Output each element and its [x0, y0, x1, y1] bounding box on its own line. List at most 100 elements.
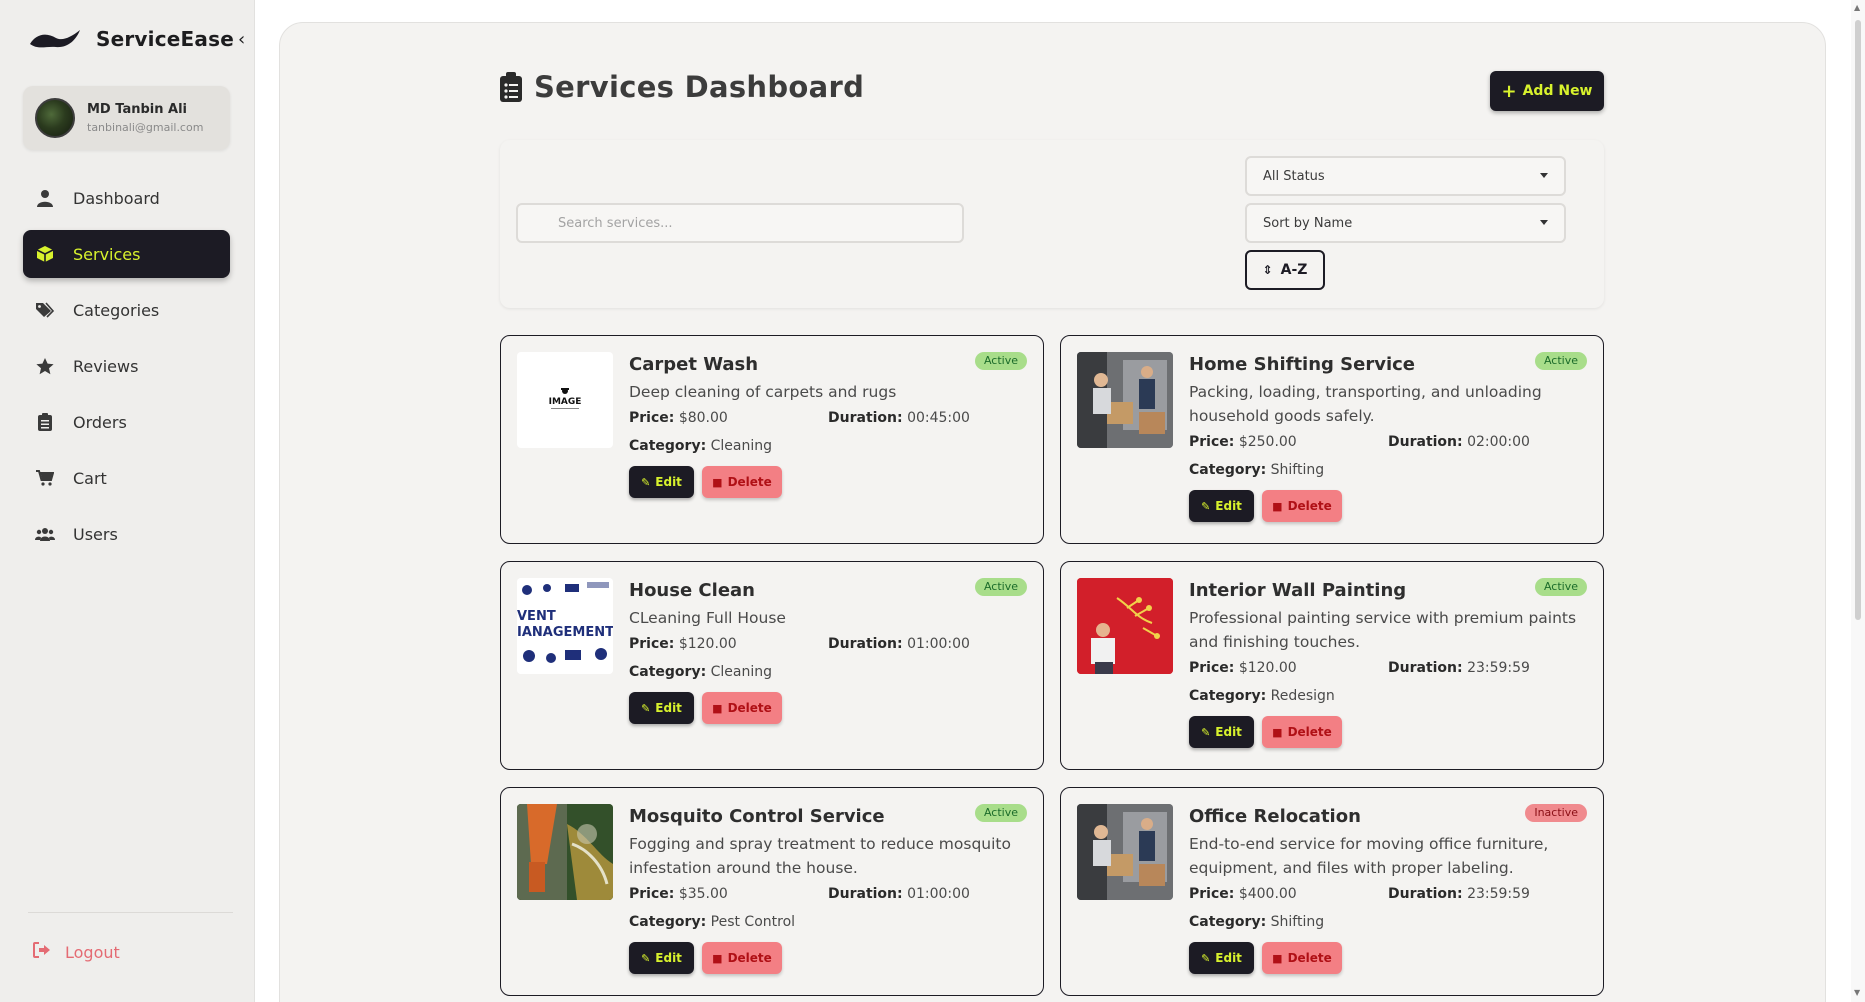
user-profile-card[interactable]: MD Tanbin Ali tanbinali@gmail.com [23, 86, 230, 150]
trash-icon: ■ [712, 475, 723, 489]
service-image [1077, 804, 1173, 900]
profile-text: MD Tanbin Ali tanbinali@gmail.com [87, 102, 203, 134]
delete-button[interactable]: ■ Delete [702, 466, 782, 498]
tags-icon [35, 300, 55, 320]
plus-icon: + [1501, 80, 1517, 102]
price-label: Price: [1189, 660, 1235, 676]
service-price: $80.00 [678, 410, 728, 426]
sidebar-item-orders[interactable]: Orders [23, 398, 230, 446]
status-filter-select[interactable]: All Status [1245, 156, 1566, 196]
service-image: VENT IANAGEMENT [517, 578, 613, 674]
sidebar-item-label: Categories [73, 300, 160, 320]
clipboard-icon [35, 412, 55, 432]
sidebar-item-reviews[interactable]: Reviews [23, 342, 230, 390]
service-description: Fogging and spray treatment to reduce mo… [629, 835, 1011, 877]
service-title: Carpet Wash [629, 354, 759, 375]
edit-label: Edit [1215, 499, 1242, 513]
status-badge: Active [974, 804, 1027, 822]
edit-button[interactable]: ✎ Edit [629, 466, 694, 498]
category-label: Category: [629, 438, 707, 454]
edit-button[interactable]: ✎ Edit [629, 942, 694, 974]
trash-icon: ■ [1272, 499, 1283, 513]
status-badge: Inactive [1525, 804, 1587, 822]
scroll-down-icon[interactable]: ▼ [1854, 988, 1860, 997]
card-actions: ✎ Edit ■ Delete [1189, 942, 1587, 974]
service-image: IMAGE [517, 352, 613, 448]
brand[interactable]: ServiceEase ‹ [28, 24, 245, 54]
edit-button[interactable]: ✎ Edit [1189, 716, 1254, 748]
card-body: House Clean CLeaning Full House Price: $… [629, 580, 1027, 724]
filter-panel: All Status Sort by Name ⇕ A-Z [500, 140, 1604, 308]
sort-order-button[interactable]: ⇕ A-Z [1245, 250, 1325, 290]
service-category-row: Category: Shifting [1189, 460, 1587, 480]
edit-button[interactable]: ✎ Edit [1189, 942, 1254, 974]
card-body: Mosquito Control Service Fogging and spr… [629, 806, 1027, 974]
delete-button[interactable]: ■ Delete [1262, 716, 1342, 748]
price-label: Price: [1189, 434, 1235, 450]
service-category: Shifting [1270, 462, 1325, 478]
duration-label: Duration: [1388, 660, 1463, 676]
service-category-row: Category: Cleaning [629, 436, 1027, 456]
search-input[interactable] [518, 205, 962, 241]
edit-button[interactable]: ✎ Edit [629, 692, 694, 724]
category-label: Category: [1189, 462, 1267, 478]
sidebar-item-categories[interactable]: Categories [23, 286, 230, 334]
scrollbar-thumb[interactable] [1855, 20, 1861, 620]
category-label: Category: [1189, 688, 1267, 704]
service-description: Packing, loading, transporting, and unlo… [1189, 383, 1542, 425]
service-price: $120.00 [1238, 660, 1297, 676]
page-header: Services Dashboard [500, 70, 864, 104]
app-root: ServiceEase ‹ MD Tanbin Ali tanbinali@gm… [0, 0, 1865, 1002]
add-new-button[interactable]: + Add New [1490, 71, 1604, 111]
service-price: $35.00 [678, 886, 728, 902]
delete-button[interactable]: ■ Delete [1262, 490, 1342, 522]
edit-icon: ✎ [1201, 951, 1211, 965]
card-body: Interior Wall Painting Professional pain… [1189, 580, 1587, 748]
card-body: Home Shifting Service Packing, loading, … [1189, 354, 1587, 522]
price-label: Price: [1189, 886, 1235, 902]
delete-button[interactable]: ■ Delete [702, 942, 782, 974]
page-title: Services Dashboard [534, 70, 865, 104]
page-scrollbar[interactable]: ▲ ▼ [1851, 0, 1865, 1002]
sidebar-collapse-button[interactable]: ‹ [238, 29, 245, 50]
service-duration: 01:00:00 [907, 886, 970, 902]
service-description: End-to-end service for moving office fur… [1189, 835, 1549, 877]
price-label: Price: [629, 636, 675, 652]
thumbnail-text-line2: IANAGEMENT [517, 625, 613, 640]
profile-name: MD Tanbin Ali [87, 102, 187, 117]
edit-icon: ✎ [641, 701, 651, 715]
star-icon [35, 356, 55, 376]
search-box [516, 203, 964, 243]
sort-select-value: Sort by Name [1263, 215, 1353, 231]
sidebar: ServiceEase ‹ MD Tanbin Ali tanbinali@gm… [0, 0, 255, 1002]
delete-button[interactable]: ■ Delete [702, 692, 782, 724]
sidebar-item-dashboard[interactable]: Dashboard [23, 174, 230, 222]
service-category-row: Category: Redesign [1189, 686, 1587, 706]
sidebar-item-cart[interactable]: Cart [23, 454, 230, 502]
delete-label: Delete [1287, 951, 1332, 965]
trash-icon: ■ [1272, 951, 1283, 965]
logout-button[interactable]: Logout [33, 942, 120, 962]
sidebar-item-services[interactable]: Services [23, 230, 230, 278]
delete-button[interactable]: ■ Delete [1262, 942, 1342, 974]
sidebar-divider [28, 912, 233, 913]
service-meta: Price: $80.00 Duration: 00:45:00 [629, 408, 1027, 428]
service-title: Home Shifting Service [1189, 354, 1416, 375]
sidebar-item-label: Cart [73, 468, 107, 488]
service-meta: Price: $120.00 Duration: 01:00:00 [629, 634, 1027, 654]
sidebar-nav: Dashboard Services Categories Reviews Or… [23, 174, 230, 566]
scroll-up-icon[interactable]: ▲ [1854, 3, 1860, 12]
trash-icon: ■ [712, 701, 723, 715]
category-label: Category: [629, 914, 707, 930]
service-card: Interior Wall Painting Professional pain… [1060, 561, 1604, 770]
service-image [517, 804, 613, 900]
card-actions: ✎ Edit ■ Delete [629, 466, 1027, 498]
users-icon [35, 524, 55, 544]
sidebar-item-users[interactable]: Users [23, 510, 230, 558]
status-badge: Active [1534, 352, 1587, 370]
edit-icon: ✎ [1201, 499, 1211, 513]
card-body: Office Relocation End-to-end service for… [1189, 806, 1587, 974]
sort-select[interactable]: Sort by Name [1245, 203, 1566, 243]
edit-button[interactable]: ✎ Edit [1189, 490, 1254, 522]
status-badge: Active [974, 352, 1027, 370]
